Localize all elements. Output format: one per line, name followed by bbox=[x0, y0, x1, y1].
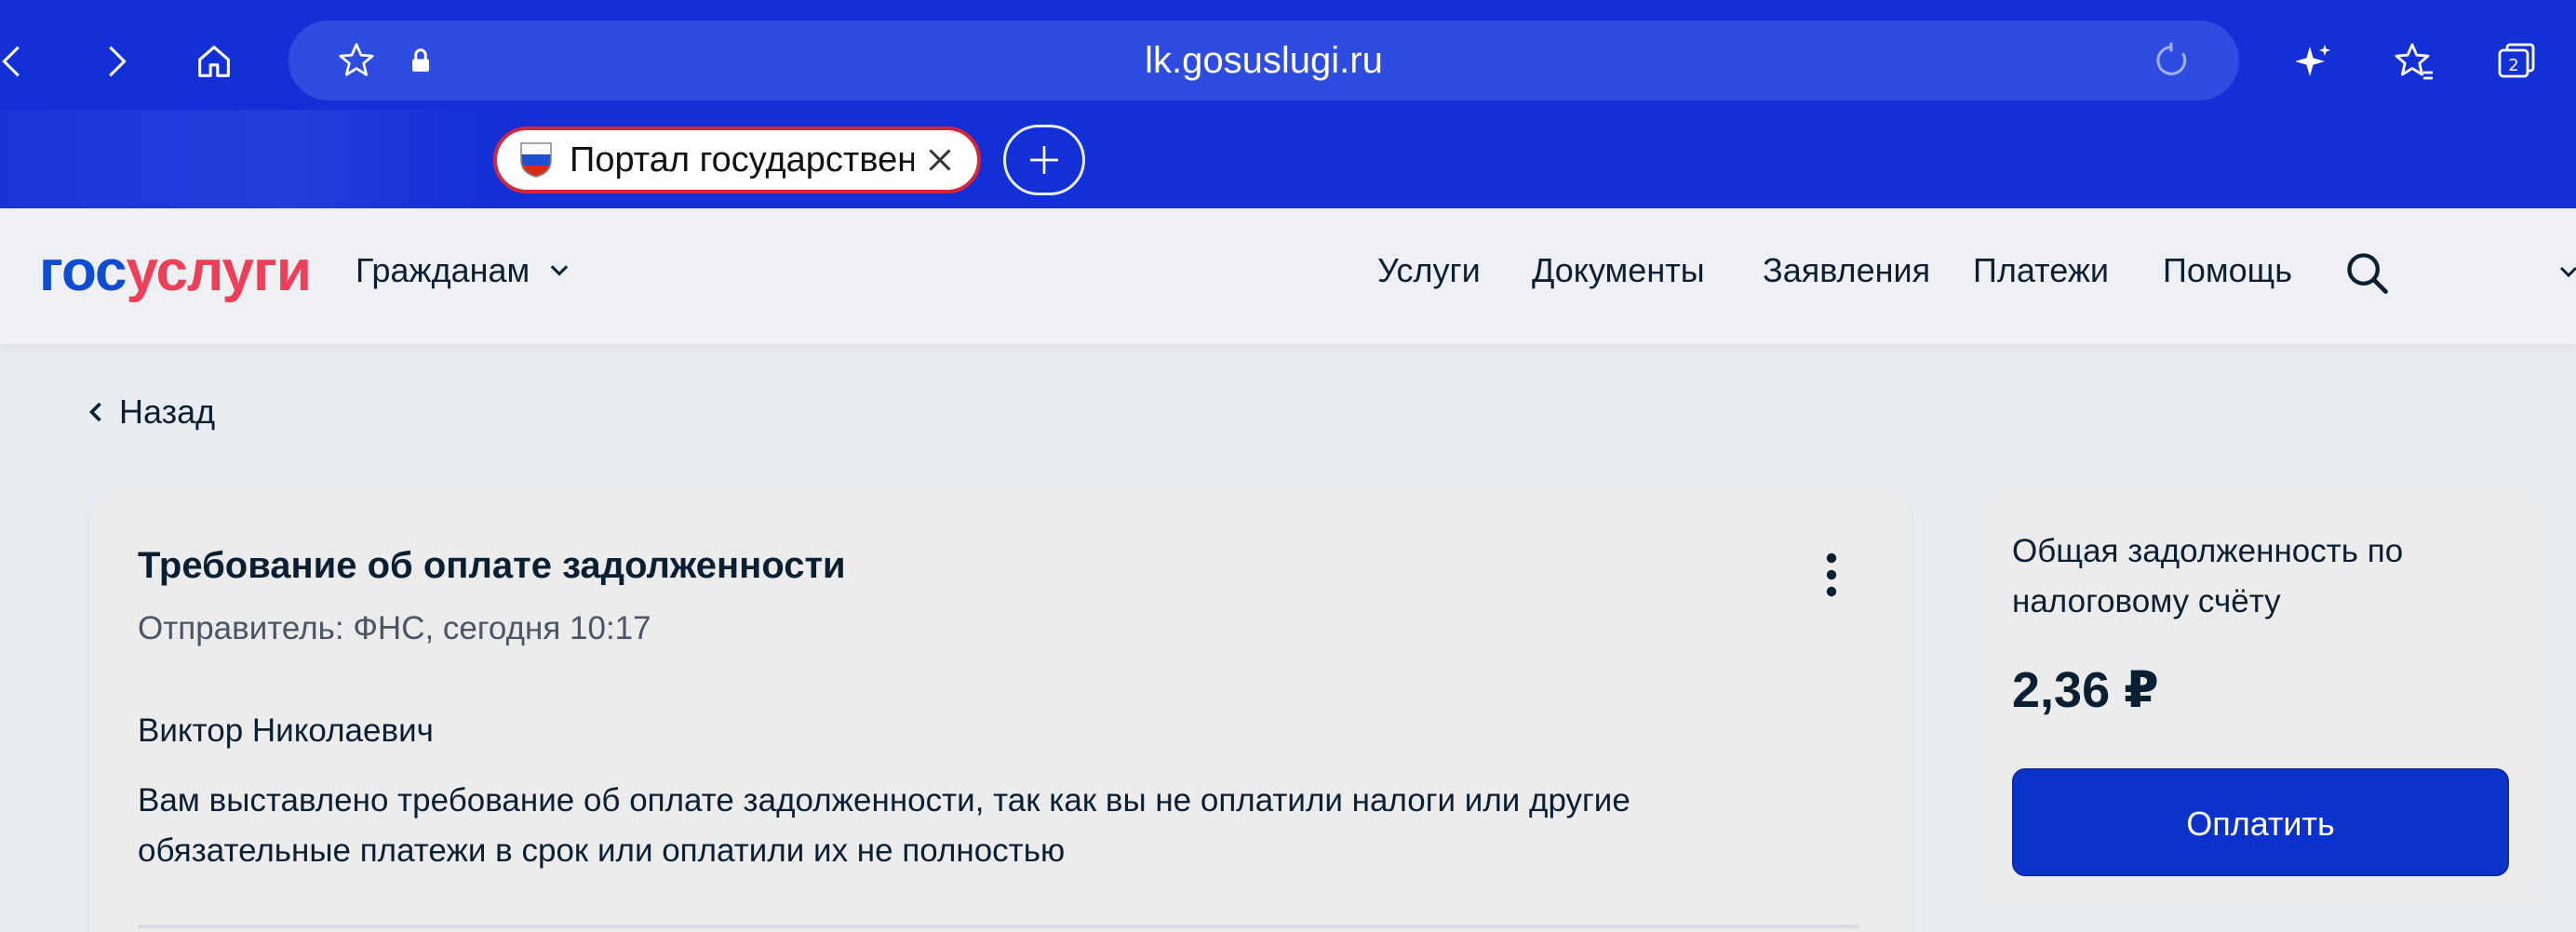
site-header: госуслуги Гражданам Услуги Документы Зая… bbox=[0, 208, 2576, 344]
notice-title: Требование об оплате задолженности bbox=[138, 545, 846, 586]
plus-icon bbox=[1030, 146, 1058, 174]
tabs-icon[interactable]: 2 bbox=[2489, 33, 2544, 89]
tab-title: Портал государствен... bbox=[570, 140, 914, 180]
pay-button[interactable]: Оплатить bbox=[2012, 768, 2509, 876]
nav-payments[interactable]: Платежи bbox=[1973, 251, 2109, 290]
back-icon[interactable] bbox=[0, 32, 43, 91]
audience-label: Гражданам bbox=[356, 251, 530, 289]
url-text: lk.gosuslugi.ru bbox=[1145, 40, 1383, 81]
nav-help[interactable]: Помощь bbox=[2163, 251, 2292, 290]
close-icon[interactable] bbox=[923, 143, 957, 177]
search-icon[interactable] bbox=[2343, 249, 2392, 298]
chevron-left-icon bbox=[88, 402, 101, 422]
notice-greeting: Виктор Николаевич bbox=[138, 712, 434, 749]
address-bar[interactable]: lk.gosuslugi.ru bbox=[288, 20, 2239, 100]
new-tab-button[interactable] bbox=[1003, 125, 1085, 195]
favorites-icon[interactable] bbox=[2386, 33, 2442, 89]
forward-icon[interactable] bbox=[86, 32, 145, 91]
browser-chrome: lk.gosuslugi.ru 2 Портал государствен... bbox=[0, 0, 2576, 208]
notice-card: Требование об оплате задолженности Отпра… bbox=[89, 493, 1912, 932]
browser-tab-active[interactable]: Портал государствен... bbox=[493, 126, 981, 193]
tab-count: 2 bbox=[2508, 56, 2518, 75]
gosuslugi-logo[interactable]: госуслуги bbox=[39, 238, 312, 304]
notice-sender: Отправитель: ФНС, сегодня 10:17 bbox=[138, 610, 651, 646]
home-icon[interactable] bbox=[184, 32, 244, 91]
debt-summary-card: Общая задолженность по налоговому счёту … bbox=[1979, 493, 2542, 910]
debt-amount: 2,36 ₽ bbox=[2012, 662, 2159, 718]
chevron-down-icon bbox=[551, 265, 569, 276]
reload-icon[interactable] bbox=[2150, 39, 2193, 82]
audience-dropdown[interactable]: Гражданам bbox=[356, 251, 572, 290]
debt-label: Общая задолженность по налоговому счёту bbox=[2012, 533, 2404, 619]
back-link[interactable]: Назад bbox=[86, 393, 215, 432]
tab-strip-fade bbox=[0, 110, 484, 208]
more-options-icon[interactable] bbox=[1818, 551, 1845, 599]
russia-flag-icon bbox=[520, 142, 552, 178]
sparkle-icon[interactable] bbox=[2286, 33, 2341, 89]
notice-body: Вам выставлено требование об оплате задо… bbox=[138, 782, 1630, 869]
nav-services[interactable]: Услуги bbox=[1377, 251, 1481, 290]
chevron-down-icon[interactable] bbox=[2557, 260, 2576, 283]
nav-applications[interactable]: Заявления bbox=[1763, 251, 1930, 290]
divider bbox=[138, 925, 1859, 928]
back-label: Назад bbox=[119, 393, 216, 431]
nav-documents[interactable]: Документы bbox=[1532, 251, 1705, 290]
